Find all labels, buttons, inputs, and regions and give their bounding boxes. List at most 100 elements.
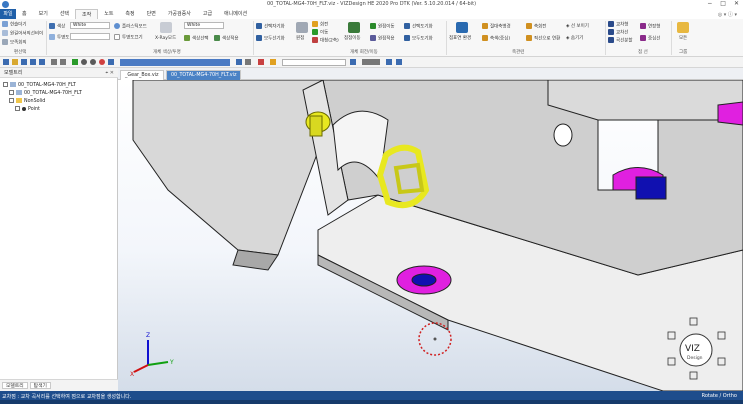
intersect-line-button[interactable]: 교차선 <box>608 29 628 36</box>
brush-icon[interactable] <box>270 59 276 65</box>
x-axis <box>133 364 149 373</box>
checkbox-icon[interactable] <box>9 98 14 103</box>
settings-icon[interactable] <box>245 59 251 65</box>
save-icon[interactable] <box>21 59 27 65</box>
save-as-icon[interactable] <box>30 59 36 65</box>
section-icon[interactable] <box>350 59 356 65</box>
origin-button[interactable]: 원점 <box>296 35 304 41</box>
show-line-button[interactable]: ◈ 선 보이기 <box>566 23 589 29</box>
tab-select[interactable]: 선택 <box>54 9 75 19</box>
tab-measure[interactable]: 측정 <box>119 9 140 19</box>
white-color-select[interactable]: White <box>184 22 224 29</box>
axis-center-button[interactable]: 축색(중심) <box>482 35 510 42</box>
checkbox-icon[interactable] <box>3 82 8 87</box>
origin-apply-button[interactable]: 원점적용 <box>370 35 395 42</box>
tab-manipulate[interactable]: 조작 <box>75 8 99 20</box>
title-bar: 00_TOTAL-MG4-70H_FLT.viz - VIZDesign HE … <box>0 0 743 9</box>
apply-color-button[interactable]: 색상적용 <box>214 35 239 42</box>
point-move-button[interactable]: 점점이동 <box>344 35 361 41</box>
view-right-icon[interactable] <box>717 331 726 340</box>
view-front-icon[interactable] <box>717 357 726 366</box>
origin-move-button[interactable]: 원점이동 <box>370 23 395 30</box>
display-mode-select[interactable] <box>362 59 380 65</box>
ribbon-item-1[interactable]: 현슬더기 <box>2 21 27 28</box>
assembly-icon <box>10 82 16 87</box>
print-icon[interactable] <box>39 59 45 65</box>
new-file-icon[interactable] <box>3 59 9 65</box>
tab-animation[interactable]: 애니메이션 <box>218 9 253 19</box>
help-options[interactable]: ◎ ▾ ⓘ ▾ <box>718 11 737 18</box>
transparency-off-button[interactable]: 투명도끄기 <box>114 34 143 41</box>
color-select[interactable]: White <box>70 22 110 29</box>
doc-tab-gearbox[interactable]: _Gear_Box.viz <box>120 70 164 80</box>
hole <box>553 123 573 147</box>
tab-machining[interactable]: 가공검증사 <box>162 9 197 19</box>
command-input[interactable] <box>282 59 346 66</box>
render-icon[interactable] <box>396 59 402 65</box>
mirror-button[interactable]: 대칭(2축) <box>312 37 339 44</box>
plastic-mode-button[interactable]: 플라스틱모드 <box>114 23 147 30</box>
intersect-point-button[interactable]: 교차형 <box>608 21 628 28</box>
checkbox-icon[interactable] <box>9 90 14 95</box>
view-icon[interactable] <box>386 59 392 65</box>
rotate-button[interactable]: 회전 <box>312 21 328 28</box>
view-back-icon[interactable] <box>667 357 676 366</box>
xray-mode-button[interactable]: X-Ray모드 <box>155 35 176 41</box>
snap-toolbar[interactable] <box>120 59 230 66</box>
record-icon[interactable] <box>99 59 105 65</box>
ribbon-item-3[interactable]: 모족회의 <box>2 39 27 46</box>
file-menu-button[interactable]: 파일 <box>0 9 16 19</box>
move-button[interactable]: 이동 <box>312 29 328 36</box>
x-axis-label: X <box>130 371 134 378</box>
3d-viewport[interactable]: X Y Z VIZ Design <box>118 80 743 391</box>
tree-row-part[interactable]: 00_TOTAL-MG4-70H_FLT <box>9 90 82 97</box>
select-create-button[interactable]: 선택자기화 <box>256 23 285 30</box>
tab-model-tree[interactable]: 모델트리 <box>2 382 28 389</box>
camera-icon[interactable] <box>236 59 242 65</box>
zoom-icon[interactable] <box>90 59 96 65</box>
transparency-field[interactable] <box>70 33 110 40</box>
doc-tab-total[interactable]: 00_TOTAL-MG4-70H_FLT.viz <box>166 70 242 80</box>
fit-icon[interactable] <box>108 59 114 65</box>
redo-icon[interactable] <box>60 59 66 65</box>
view-left-icon[interactable] <box>667 331 676 340</box>
ribbon-separator <box>46 21 47 55</box>
all-create-button[interactable]: 모두선기화 <box>256 35 285 42</box>
select-reset-button[interactable]: 선택도기화 <box>404 23 433 30</box>
tree-row-nonsolid[interactable]: NonSolid <box>9 98 45 105</box>
tab-home[interactable]: 홈 <box>16 9 33 19</box>
all-reset-button[interactable]: 모두도기화 <box>404 35 433 42</box>
open-folder-icon[interactable] <box>12 59 18 65</box>
center-line-button[interactable]: 중심선 <box>640 35 660 42</box>
tool-icon[interactable] <box>258 59 264 65</box>
tab-note[interactable]: 노트 <box>98 9 119 19</box>
line-convert-button[interactable]: 직선으로 연환 <box>526 35 560 42</box>
view-bottom-icon[interactable] <box>689 371 698 380</box>
ribbon-item-2[interactable]: 원길어서의선비이 <box>2 30 43 37</box>
point-mark-button[interactable]: 점표연 환경 <box>449 35 471 41</box>
axis-rotate-button[interactable]: 축회전 <box>526 23 546 30</box>
absolute-axis-button[interactable]: 절대축병경 <box>482 23 511 30</box>
tab-advanced[interactable]: 고급 <box>197 9 218 19</box>
extend-point-button[interactable]: 연장형 <box>640 23 660 30</box>
maximize-button[interactable]: □ <box>720 0 726 7</box>
checked-box-icon[interactable] <box>15 106 20 111</box>
view-top-icon[interactable] <box>689 317 698 326</box>
tree-row-point[interactable]: Point <box>15 106 40 113</box>
split-curve-button[interactable]: 곡선분할 <box>608 37 633 44</box>
created-point[interactable] <box>433 337 437 341</box>
undo-icon[interactable] <box>51 59 57 65</box>
axis-center-icon <box>482 35 488 41</box>
close-button[interactable]: ✕ <box>734 0 739 7</box>
panel-pin-close[interactable]: ⌖ ✕ <box>105 68 114 78</box>
pan-icon[interactable] <box>81 59 87 65</box>
select-color-button[interactable]: 색상선택 <box>184 35 209 42</box>
home-view-icon[interactable] <box>72 59 78 65</box>
minimize-button[interactable]: − <box>707 0 712 7</box>
tab-explorer[interactable]: 탐색기 <box>29 382 51 389</box>
tab-section[interactable]: 단면 <box>141 9 162 19</box>
all-button[interactable]: 모든 <box>679 35 687 41</box>
hide-line-button[interactable]: ◈ 숨기기 <box>566 35 583 41</box>
tab-view[interactable]: 보기 <box>33 9 54 19</box>
tree-row-root[interactable]: 00_TOTAL-MG4-70H_FLT <box>3 82 76 89</box>
